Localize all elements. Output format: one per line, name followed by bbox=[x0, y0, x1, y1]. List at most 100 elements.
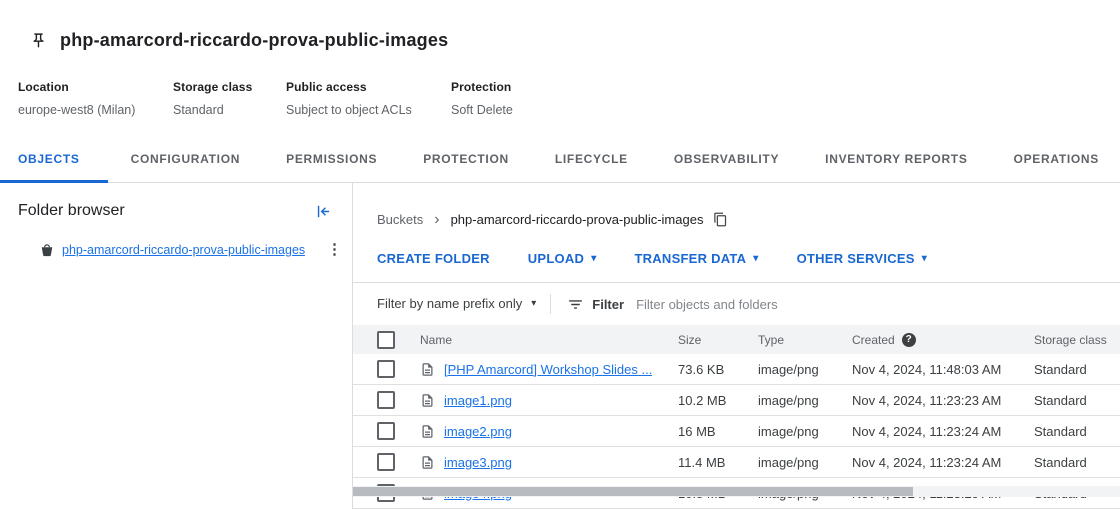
meta-value: Soft Delete bbox=[451, 103, 513, 118]
object-created: Nov 4, 2024, 11:23:23 AM bbox=[852, 385, 1034, 416]
object-created: Nov 4, 2024, 11:48:03 AM bbox=[852, 354, 1034, 385]
created-header-label: Created bbox=[852, 333, 895, 347]
chevron-down-icon: ▾ bbox=[531, 299, 536, 309]
horizontal-scrollbar bbox=[353, 486, 1120, 497]
breadcrumb-buckets-link[interactable]: Buckets bbox=[377, 211, 423, 228]
table-row: image1.png 10.2 MB image/png Nov 4, 2024… bbox=[353, 385, 1120, 416]
object-size: 73.6 KB bbox=[678, 354, 758, 385]
tab-inventory-reports[interactable]: INVENTORY REPORTS bbox=[802, 136, 990, 182]
transfer-data-button[interactable]: TRANSFER DATA ▾ bbox=[634, 250, 758, 267]
pin-icon[interactable] bbox=[30, 32, 47, 49]
filter-bar: Filter by name prefix only ▾ Filter bbox=[353, 283, 1120, 325]
column-header-name: Name bbox=[420, 325, 678, 354]
table-header-row: Name Size Type Created ? Storage class bbox=[353, 325, 1120, 354]
chevron-down-icon: ▾ bbox=[591, 254, 596, 264]
object-name-link[interactable]: image2.png bbox=[444, 424, 512, 439]
row-checkbox[interactable] bbox=[377, 422, 395, 440]
object-size: 16 MB bbox=[678, 416, 758, 447]
create-folder-button[interactable]: CREATE FOLDER bbox=[377, 250, 490, 267]
filter-prefix-dropdown[interactable]: Filter by name prefix only ▾ bbox=[377, 295, 536, 313]
bucket-tree-item[interactable]: php-amarcord-riccardo-prova-public-image… bbox=[0, 234, 352, 266]
meta-protection: Protection Soft Delete bbox=[451, 80, 523, 118]
object-storage-class: Standard bbox=[1034, 447, 1120, 478]
bucket-meta: Location europe-west8 (Milan) Storage cl… bbox=[18, 80, 1102, 136]
other-services-label: OTHER SERVICES bbox=[797, 250, 915, 267]
meta-location: Location europe-west8 (Milan) bbox=[18, 80, 173, 118]
tab-operations[interactable]: OPERATIONS bbox=[991, 136, 1120, 182]
meta-label: Public access bbox=[286, 80, 441, 95]
bucket-tree-link[interactable]: php-amarcord-riccardo-prova-public-image… bbox=[62, 243, 305, 257]
column-header-created: Created ? bbox=[852, 325, 1034, 354]
select-all-checkbox[interactable] bbox=[377, 331, 395, 349]
more-options-icon[interactable]: ⋮ bbox=[321, 242, 348, 258]
breadcrumb-current: php-amarcord-riccardo-prova-public-image… bbox=[451, 211, 704, 228]
bucket-icon bbox=[40, 243, 54, 257]
object-type: image/png bbox=[758, 385, 852, 416]
tab-bar: OBJECTS CONFIGURATION PERMISSIONS PROTEC… bbox=[0, 136, 1120, 183]
meta-value: europe-west8 (Milan) bbox=[18, 103, 163, 118]
object-type: image/png bbox=[758, 416, 852, 447]
object-name-link[interactable]: image1.png bbox=[444, 393, 512, 408]
title-row: php-amarcord-riccardo-prova-public-image… bbox=[18, 15, 1102, 65]
row-checkbox[interactable] bbox=[377, 360, 395, 378]
chevron-down-icon: ▾ bbox=[753, 254, 758, 264]
column-header-type: Type bbox=[758, 325, 852, 354]
meta-value: Subject to object ACLs bbox=[286, 103, 441, 118]
copy-icon[interactable] bbox=[713, 212, 728, 227]
upload-label: UPLOAD bbox=[528, 250, 584, 267]
object-storage-class: Standard bbox=[1034, 354, 1120, 385]
help-icon[interactable]: ? bbox=[902, 333, 916, 347]
object-size: 10.2 MB bbox=[678, 385, 758, 416]
object-created: Nov 4, 2024, 11:23:24 AM bbox=[852, 447, 1034, 478]
object-storage-class: Standard bbox=[1034, 385, 1120, 416]
tab-configuration[interactable]: CONFIGURATION bbox=[108, 136, 264, 182]
upload-button[interactable]: UPLOAD ▾ bbox=[528, 250, 597, 267]
row-checkbox[interactable] bbox=[377, 453, 395, 471]
table-row: image2.png 16 MB image/png Nov 4, 2024, … bbox=[353, 416, 1120, 447]
meta-public-access: Public access Subject to object ACLs bbox=[286, 80, 451, 118]
objects-panel: Buckets › php-amarcord-riccardo-prova-pu… bbox=[353, 183, 1120, 509]
folder-browser-panel: Folder browser php-amarcord-riccardo-pro… bbox=[0, 183, 353, 509]
tab-objects[interactable]: OBJECTS bbox=[0, 136, 108, 182]
file-icon bbox=[420, 424, 435, 439]
column-header-size: Size bbox=[678, 325, 758, 354]
tab-lifecycle[interactable]: LIFECYCLE bbox=[532, 136, 651, 182]
scrollbar-thumb[interactable] bbox=[353, 487, 913, 496]
object-type: image/png bbox=[758, 354, 852, 385]
meta-storage-class: Storage class Standard bbox=[173, 80, 286, 118]
page-title: php-amarcord-riccardo-prova-public-image… bbox=[60, 27, 448, 53]
file-icon bbox=[420, 393, 435, 408]
tab-observability[interactable]: OBSERVABILITY bbox=[651, 136, 802, 182]
breadcrumb: Buckets › php-amarcord-riccardo-prova-pu… bbox=[353, 183, 1120, 241]
other-services-button[interactable]: OTHER SERVICES ▾ bbox=[797, 250, 927, 267]
meta-label: Location bbox=[18, 80, 163, 95]
filter-list-icon bbox=[567, 296, 584, 313]
meta-label: Protection bbox=[451, 80, 513, 95]
object-actions-toolbar: CREATE FOLDER UPLOAD ▾ TRANSFER DATA ▾ O… bbox=[353, 241, 1120, 283]
file-icon bbox=[420, 455, 435, 470]
transfer-data-label: TRANSFER DATA bbox=[634, 250, 746, 267]
object-type: image/png bbox=[758, 447, 852, 478]
table-row: [PHP Amarcord] Workshop Slides ... 73.6 … bbox=[353, 354, 1120, 385]
divider bbox=[550, 294, 551, 314]
collapse-panel-icon[interactable] bbox=[315, 203, 332, 220]
objects-table: Name Size Type Created ? Storage class bbox=[353, 325, 1120, 509]
object-created: Nov 4, 2024, 11:23:24 AM bbox=[852, 416, 1034, 447]
filter-input[interactable] bbox=[634, 296, 1104, 313]
tab-protection[interactable]: PROTECTION bbox=[400, 136, 532, 182]
create-folder-label: CREATE FOLDER bbox=[377, 250, 490, 267]
folder-browser-title: Folder browser bbox=[18, 201, 125, 221]
table-row: image3.png 11.4 MB image/png Nov 4, 2024… bbox=[353, 447, 1120, 478]
object-name-link[interactable]: image3.png bbox=[444, 455, 512, 470]
folder-browser-header: Folder browser bbox=[0, 183, 352, 234]
object-name-link[interactable]: [PHP Amarcord] Workshop Slides ... bbox=[444, 362, 652, 377]
column-header-storage-class: Storage class bbox=[1034, 325, 1120, 354]
chevron-down-icon: ▾ bbox=[922, 254, 927, 264]
meta-value: Standard bbox=[173, 103, 276, 118]
filter-label: Filter bbox=[592, 297, 624, 312]
tab-permissions[interactable]: PERMISSIONS bbox=[263, 136, 400, 182]
row-checkbox[interactable] bbox=[377, 391, 395, 409]
file-icon bbox=[420, 362, 435, 377]
page-header: php-amarcord-riccardo-prova-public-image… bbox=[0, 0, 1120, 136]
object-storage-class: Standard bbox=[1034, 416, 1120, 447]
